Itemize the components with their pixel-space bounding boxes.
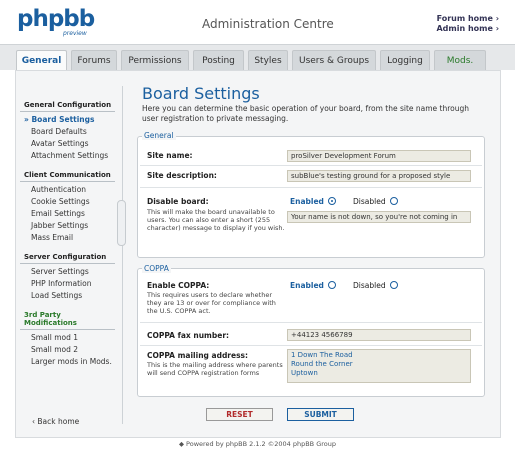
site-description-input[interactable]: subBlue's testing ground for a proposed …	[287, 170, 471, 182]
coppa-mail-help: This is the mailing address where parent…	[147, 361, 283, 377]
tab-posting[interactable]: Posting	[193, 50, 244, 71]
tab-mods[interactable]: Mods.	[434, 50, 486, 71]
sidebar-group-mods: 3rd Party Modifications Small mod 1 Smal…	[20, 310, 115, 368]
tab-general[interactable]: General	[16, 50, 67, 72]
coppa-legend: COPPA	[142, 264, 171, 273]
radio-empty-icon	[389, 197, 398, 205]
sidebar-group-title: 3rd Party Modifications	[20, 310, 115, 330]
enable-coppa-label: Enable COPPA:	[147, 281, 210, 290]
page-description: Here you can determine the basic operati…	[142, 104, 470, 123]
submit-button[interactable]: SUBMIT	[287, 408, 354, 421]
sidebar-item-small-mod-1[interactable]: Small mod 1	[20, 332, 115, 344]
site-name-input[interactable]: proSilver Development Forum	[287, 150, 471, 162]
sidebar-item-cookie-settings[interactable]: Cookie Settings	[20, 196, 115, 208]
divider	[140, 165, 482, 166]
radio-empty-icon	[389, 281, 398, 289]
sidebar-group-title: General Configuration	[20, 100, 115, 112]
sidebar-item-larger-mods[interactable]: Larger mods in Mods.	[20, 356, 115, 368]
disable-board-label: Disable board:	[147, 197, 209, 206]
coppa-disabled-radio[interactable]: Disabled	[353, 281, 398, 290]
divider	[140, 345, 482, 346]
sidebar-item-small-mod-2[interactable]: Small mod 2	[20, 344, 115, 356]
reset-button[interactable]: RESET	[206, 408, 273, 421]
coppa-mail-label: COPPA mailing address:	[147, 351, 249, 360]
enable-coppa-help: This requires users to declare whether t…	[147, 291, 276, 315]
bullet-icon: ◆	[178, 440, 187, 448]
sidebar-item-attachment-settings[interactable]: Attachment Settings	[20, 150, 115, 162]
sidebar-item-board-settings[interactable]: » Board Settings	[20, 114, 115, 126]
disable-board-row: Disable board: This will make the board …	[147, 197, 287, 232]
sidebar-group-title: Server Configuration	[20, 252, 115, 264]
sidebar-item-authentication[interactable]: Authentication	[20, 184, 115, 196]
sidebar-item-jabber-settings[interactable]: Jabber Settings	[20, 220, 115, 232]
header-links: Forum home › Admin home ›	[436, 14, 499, 34]
back-home-link[interactable]: ‹ Back home	[32, 417, 79, 426]
sidebar: General Configuration » Board Settings B…	[20, 100, 115, 376]
admin-home-link[interactable]: Admin home ›	[436, 24, 499, 34]
sidebar-item-board-defaults[interactable]: Board Defaults	[20, 126, 115, 138]
tab-users-groups[interactable]: Users & Groups	[292, 50, 376, 71]
tab-styles[interactable]: Styles	[248, 50, 288, 71]
tab-permissions[interactable]: Permissions	[121, 50, 189, 71]
phpbb-logo[interactable]: phpbb	[17, 6, 95, 32]
divider	[140, 322, 482, 323]
coppa-fax-input[interactable]: +44123 4566789	[287, 329, 471, 341]
sidebar-item-mass-email[interactable]: Mass Email	[20, 232, 115, 244]
sidebar-item-server-settings[interactable]: Server Settings	[20, 266, 115, 278]
sidebar-item-email-settings[interactable]: Email Settings	[20, 208, 115, 220]
general-legend: General	[142, 131, 176, 140]
disable-board-help: This will make the board unavailable to …	[147, 208, 285, 232]
disable-board-disabled-radio[interactable]: Disabled	[353, 197, 398, 206]
disable-message-input[interactable]: Your name is not down, so you're not com…	[287, 211, 471, 223]
radio-empty-icon	[327, 281, 336, 289]
page-header-title: Administration Centre	[202, 17, 334, 31]
coppa-mail-row: COPPA mailing address: This is the maili…	[147, 351, 287, 377]
divider	[140, 187, 482, 188]
footer: ◆ Powered by phpBB 2.1.2 ©2004 phpBB Gro…	[178, 440, 337, 448]
sidebar-group-title: Client Communication	[20, 170, 115, 182]
sidebar-group-client: Client Communication Authentication Cook…	[20, 170, 115, 244]
coppa-mail-textarea[interactable]: 1 Down The Road Round the Corner Uptown	[287, 349, 471, 383]
sidebar-group-server: Server Configuration Server Settings PHP…	[20, 252, 115, 302]
tab-logging[interactable]: Logging	[380, 50, 430, 71]
forum-home-link[interactable]: Forum home ›	[436, 14, 499, 24]
tab-bar: General Forums Permissions Posting Style…	[0, 44, 515, 72]
sidebar-item-load-settings[interactable]: Load Settings	[20, 290, 115, 302]
header: phpbb preview Administration Centre Foru…	[0, 0, 515, 44]
coppa-enabled-radio[interactable]: Enabled	[290, 281, 336, 290]
disable-board-enabled-radio[interactable]: Enabled	[290, 197, 336, 206]
sidebar-scroll-handle[interactable]	[117, 200, 126, 246]
tab-forums[interactable]: Forums	[71, 50, 117, 71]
enable-coppa-row: Enable COPPA: This requires users to dec…	[147, 281, 287, 315]
logo-subtitle: preview	[63, 30, 87, 37]
sidebar-item-avatar-settings[interactable]: Avatar Settings	[20, 138, 115, 150]
radio-checked-icon	[327, 197, 336, 205]
sidebar-group-general: General Configuration » Board Settings B…	[20, 100, 115, 162]
sidebar-item-php-information[interactable]: PHP Information	[20, 278, 115, 290]
sidebar-divider	[122, 86, 123, 424]
page-title: Board Settings	[142, 84, 260, 103]
